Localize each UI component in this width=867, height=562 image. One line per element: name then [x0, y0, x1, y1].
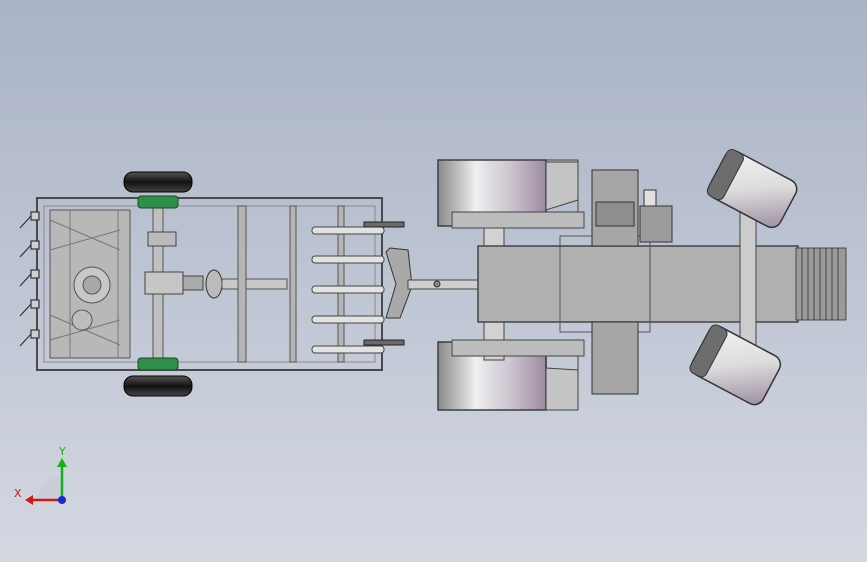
- x-axis-label: X: [14, 487, 22, 500]
- axis-triad: Y X: [14, 445, 67, 505]
- implement: [19, 171, 481, 397]
- drawbar: [407, 279, 481, 290]
- drive-shaft: [221, 278, 288, 290]
- y-axis-label: Y: [58, 445, 66, 458]
- front-weights: [795, 247, 847, 321]
- cad-viewport[interactable]: Y X: [0, 0, 867, 562]
- bearing-bottom: [137, 357, 179, 371]
- implement-tire-bottom: [123, 375, 193, 397]
- implement-tire-top: [123, 171, 193, 193]
- z-axis-dot: [58, 496, 66, 504]
- tractor: [437, 149, 847, 411]
- front-axle: [739, 209, 757, 361]
- hitch-pins: [311, 226, 385, 354]
- assembly-drawing: Y X: [14, 149, 847, 505]
- bearing-top: [137, 195, 179, 209]
